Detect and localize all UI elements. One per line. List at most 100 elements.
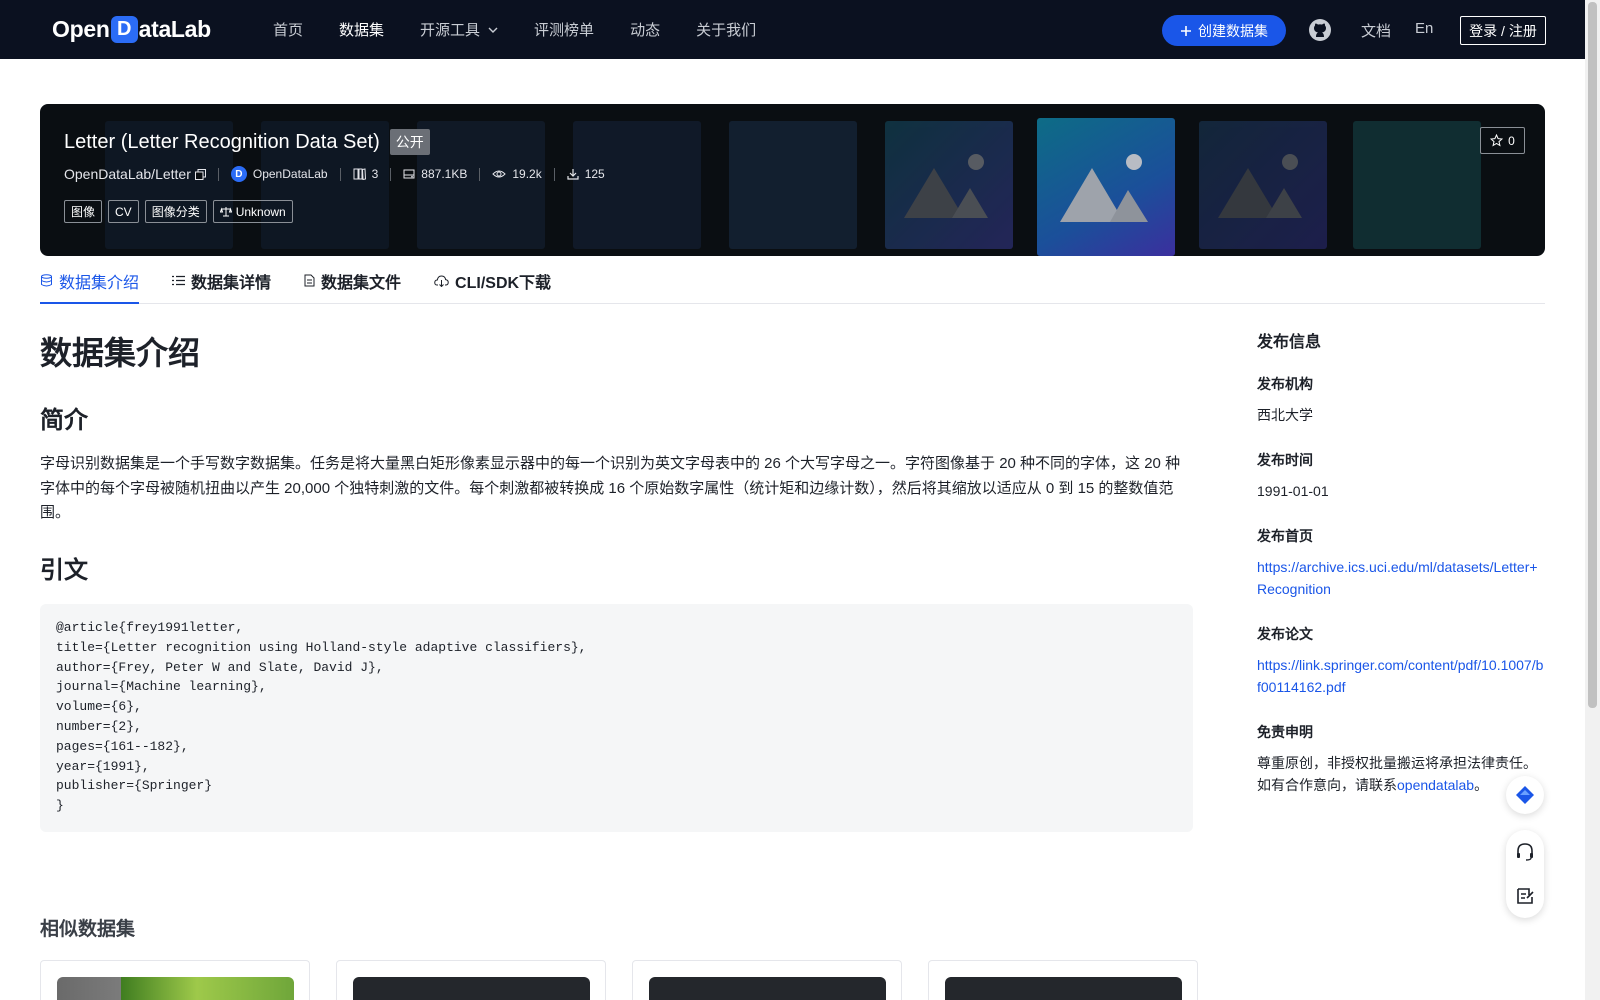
related-count: 3 — [353, 167, 379, 181]
download-count: 125 — [567, 167, 605, 181]
date-value: 1991-01-01 — [1257, 483, 1329, 499]
similar-dataset-card[interactable] — [336, 960, 606, 1000]
homepage-link[interactable]: https://archive.ics.uci.edu/ml/datasets/… — [1257, 556, 1547, 600]
disclaimer-label: 免责申明 — [1257, 724, 1313, 740]
tag-image-classification[interactable]: 图像分类 — [144, 200, 207, 223]
nav-news[interactable]: 动态 — [630, 19, 660, 40]
tag-image[interactable]: 图像 — [64, 200, 103, 223]
dataset-tags: 图像 CV 图像分类 Unknown — [64, 200, 293, 223]
tag-cv[interactable]: CV — [108, 200, 139, 223]
banner-thumbnail — [573, 121, 701, 249]
feedback-button[interactable] — [1515, 886, 1535, 906]
banner-thumbnail-featured — [1037, 118, 1175, 256]
org-logo-icon: D — [230, 166, 247, 182]
contact-link[interactable]: opendatalab — [1397, 777, 1474, 793]
tab-cli-sdk[interactable]: CLI/SDK下载 — [434, 258, 551, 303]
favorite-count: 0 — [1508, 133, 1515, 148]
top-navbar: Open D ataLab 首页 数据集 开源工具 评测榜单 动态 关于我们 创… — [0, 0, 1585, 59]
meta-divider — [339, 167, 341, 181]
favorite-button[interactable]: 0 — [1480, 127, 1525, 154]
similar-dataset-card[interactable] — [632, 960, 902, 1000]
github-icon[interactable] — [1308, 18, 1332, 42]
nav-open-tools-label: 开源工具 — [420, 22, 481, 39]
copy-icon[interactable] — [194, 168, 206, 180]
tab-cli-sdk-label: CLI/SDK下载 — [455, 274, 552, 292]
assistant-icon — [1516, 786, 1534, 804]
disclaimer-text: 尊重原创，非授权批量搬运将承担法律责任。如有合作意向，请联系opendatala… — [1257, 752, 1547, 796]
dataset-size: 887.1KB — [403, 167, 467, 181]
image-placeholder-icon — [1060, 154, 1148, 222]
book-icon — [353, 168, 366, 180]
meta-divider — [390, 167, 392, 181]
banner-thumbnail — [885, 121, 1013, 249]
page-scrollbar[interactable] — [1585, 0, 1600, 1000]
database-icon — [41, 274, 52, 287]
tag-license[interactable]: Unknown — [212, 200, 293, 223]
dataset-meta: OpenDataLab/Letter D OpenDataLab 3 887.1… — [64, 166, 605, 182]
license-label: Unknown — [235, 204, 286, 219]
scrollbar-thumb[interactable] — [1588, 2, 1597, 708]
plus-icon — [1181, 25, 1191, 36]
brief-text: 字母识别数据集是一个手写数字数据集。任务是将大量黑白矩形像素显示器中的每一个识别… — [40, 455, 1181, 521]
visibility-badge: 公开 — [389, 129, 430, 155]
nav-datasets[interactable]: 数据集 — [339, 19, 384, 40]
tab-files[interactable]: 数据集文件 — [304, 258, 401, 303]
headset-icon — [1517, 843, 1533, 861]
tab-intro[interactable]: 数据集介绍 — [40, 258, 140, 304]
tab-details[interactable]: 数据集详情 — [172, 258, 271, 303]
floating-actions — [1506, 830, 1544, 918]
meta-divider — [553, 167, 555, 181]
file-icon — [304, 274, 315, 287]
dataset-size-value: 887.1KB — [421, 167, 468, 181]
nav-about[interactable]: 关于我们 — [696, 19, 756, 40]
logo-text-right: ataLab — [138, 15, 212, 42]
nav-docs[interactable]: 文档 — [1361, 20, 1391, 41]
date-label: 发布时间 — [1257, 452, 1313, 468]
list-icon — [172, 275, 186, 286]
tab-intro-label: 数据集介绍 — [59, 274, 140, 292]
logo-mark: D — [110, 15, 138, 43]
tab-files-label: 数据集文件 — [321, 274, 402, 292]
storage-icon — [403, 169, 415, 179]
related-count-value: 3 — [371, 167, 379, 181]
similar-datasets-list — [40, 960, 1198, 1000]
similar-dataset-card[interactable] — [928, 960, 1198, 1000]
opendatalab-logo[interactable]: Open D ataLab — [52, 14, 211, 44]
publisher-org[interactable]: D OpenDataLab — [230, 166, 328, 182]
headset-support-button[interactable] — [1515, 842, 1535, 862]
nav-leaderboard[interactable]: 评测榜单 — [534, 19, 594, 40]
main-nav: 首页 数据集 开源工具 评测榜单 动态 关于我们 — [273, 0, 792, 59]
nav-home[interactable]: 首页 — [273, 19, 303, 40]
meta-divider — [479, 167, 481, 181]
banner-thumbnail — [1353, 121, 1481, 249]
org-value: 西北大学 — [1257, 407, 1313, 423]
login-register-button[interactable]: 登录 / 注册 — [1460, 16, 1546, 45]
paper-link[interactable]: https://link.springer.com/content/pdf/10… — [1257, 654, 1547, 698]
image-placeholder-icon — [1218, 154, 1302, 218]
publish-info-title: 发布信息 — [1257, 334, 1322, 351]
banner-thumbnail — [729, 121, 857, 249]
image-placeholder-icon — [904, 154, 988, 218]
publish-info-panel: 发布信息 发布机构 西北大学 发布时间 1991-01-01 发布首页 http… — [1257, 328, 1547, 820]
citation-code[interactable]: @article{frey1991letter, title={Letter r… — [40, 604, 1193, 832]
floating-doc-button[interactable] — [1506, 776, 1544, 814]
dataset-repo[interactable]: OpenDataLab/Letter — [64, 166, 206, 182]
meta-divider — [217, 167, 219, 181]
dataset-tabs: 数据集介绍 数据集详情 数据集文件 CLI/SDK下载 — [40, 258, 1545, 304]
dataset-banner: Letter (Letter Recognition Data Set) 公开 … — [40, 104, 1545, 256]
star-icon — [1490, 134, 1504, 147]
org-label: 发布机构 — [1257, 376, 1313, 392]
homepage-label: 发布首页 — [1257, 528, 1313, 544]
nav-open-tools[interactable]: 开源工具 — [420, 19, 498, 40]
logo-text-left: Open — [52, 15, 110, 42]
similar-dataset-card[interactable] — [40, 960, 310, 1000]
create-dataset-button[interactable]: 创建数据集 — [1162, 15, 1286, 46]
card-thumbnail — [945, 977, 1182, 1000]
create-dataset-label: 创建数据集 — [1198, 22, 1268, 39]
paper-label: 发布论文 — [1257, 626, 1313, 642]
cloud-download-icon — [434, 274, 449, 287]
banner-thumbnail — [1199, 121, 1327, 249]
scale-icon — [219, 207, 232, 217]
language-switch[interactable]: En — [1415, 20, 1433, 37]
card-thumbnail — [57, 977, 294, 1000]
